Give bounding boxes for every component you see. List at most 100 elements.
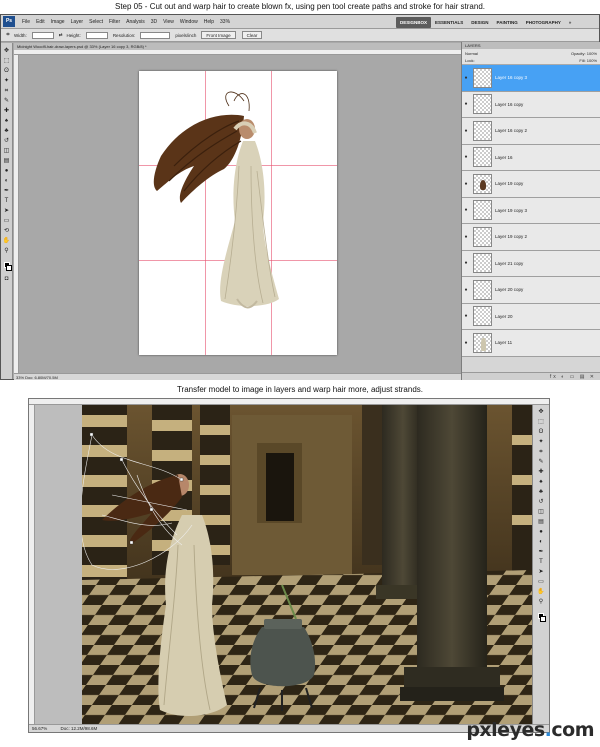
resolution-unit-select[interactable]: pixels/inch: [175, 33, 196, 38]
canvas[interactable]: [139, 71, 337, 355]
zoom-tool-icon[interactable]: ⚲: [537, 598, 545, 606]
blur-icon[interactable]: ●: [537, 528, 545, 536]
workspace-design[interactable]: DESIGN: [467, 20, 492, 25]
pen-tool-icon[interactable]: ✒: [537, 548, 545, 556]
layer-row[interactable]: ● Layer 19 copy 2: [462, 224, 600, 251]
visibility-eye-icon[interactable]: ●: [462, 340, 470, 346]
menu-filter[interactable]: Filter: [106, 19, 123, 25]
layer-row[interactable]: ● Layer 11: [462, 330, 600, 357]
menu-3d[interactable]: 3D: [148, 19, 160, 25]
visibility-eye-icon[interactable]: ●: [462, 101, 470, 107]
menu-file[interactable]: File: [19, 19, 33, 25]
swap-icon[interactable]: ⇄: [59, 32, 63, 38]
history-brush-icon[interactable]: ↺: [3, 137, 11, 145]
blend-mode-select[interactable]: Normal: [465, 50, 478, 57]
composite-scene[interactable]: [82, 405, 534, 726]
menu-window[interactable]: Window: [177, 19, 201, 25]
eyedropper-icon[interactable]: ✎: [3, 97, 11, 105]
visibility-eye-icon[interactable]: ●: [462, 260, 470, 266]
marquee-tool-icon[interactable]: ⬚: [3, 57, 11, 65]
layer-row[interactable]: ● Layer 19 copy: [462, 171, 600, 198]
magic-wand-icon[interactable]: ✦: [3, 77, 11, 85]
path-select-icon[interactable]: ➤: [537, 568, 545, 576]
width-input[interactable]: [31, 31, 54, 39]
shape-tool-icon[interactable]: ▭: [537, 578, 545, 586]
clone-stamp-icon[interactable]: ♣: [537, 488, 545, 496]
pen-tool-icon[interactable]: ✒: [3, 187, 11, 195]
visibility-eye-icon[interactable]: ●: [462, 181, 470, 187]
resolution-input[interactable]: [140, 31, 171, 39]
zoom-level[interactable]: 56.67%: [32, 726, 47, 731]
layer-row[interactable]: ● Layer 16 copy: [462, 91, 600, 118]
menu-edit[interactable]: Edit: [33, 19, 48, 25]
3d-rotate-icon[interactable]: ⟲: [3, 227, 11, 235]
move-tool-icon[interactable]: ✥: [537, 408, 545, 416]
crop-tool-icon[interactable]: ⌗: [4, 31, 12, 39]
type-tool-icon[interactable]: T: [537, 558, 545, 566]
visibility-eye-icon[interactable]: ●: [462, 234, 470, 240]
eraser-icon[interactable]: ◫: [3, 147, 11, 155]
layer-row[interactable]: ● Layer 21 copy: [462, 250, 600, 277]
eyedropper-icon[interactable]: ✎: [537, 458, 545, 466]
magic-wand-icon[interactable]: ✦: [537, 438, 545, 446]
clone-stamp-icon[interactable]: ♣: [3, 127, 11, 135]
visibility-eye-icon[interactable]: ●: [462, 313, 470, 319]
hand-tool-icon[interactable]: ✋: [537, 588, 545, 596]
clear-button[interactable]: Clear: [241, 31, 263, 39]
lasso-tool-icon[interactable]: ʘ: [537, 428, 545, 436]
visibility-eye-icon[interactable]: ●: [462, 75, 470, 81]
gradient-icon[interactable]: ▤: [537, 518, 545, 526]
visibility-eye-icon[interactable]: ●: [462, 154, 470, 160]
workspace-essentials[interactable]: ESSENTIALS: [431, 20, 467, 25]
eraser-icon[interactable]: ◫: [537, 508, 545, 516]
layer-row[interactable]: ● Layer 16: [462, 144, 600, 171]
quick-mask-icon[interactable]: ◘: [3, 275, 11, 283]
healing-brush-icon[interactable]: ✚: [537, 468, 545, 476]
workspace-painting[interactable]: PAINTING: [493, 20, 522, 25]
menu-analysis[interactable]: Analysis: [123, 19, 148, 25]
hand-tool-icon[interactable]: ✋: [3, 237, 11, 245]
blur-icon[interactable]: ●: [3, 167, 11, 175]
visibility-eye-icon[interactable]: ●: [462, 287, 470, 293]
type-tool-icon[interactable]: T: [3, 197, 11, 205]
workspace-more[interactable]: »: [565, 20, 576, 25]
crop-icon[interactable]: ⌗: [537, 448, 545, 456]
dodge-icon[interactable]: ◐: [3, 177, 11, 185]
brush-icon[interactable]: ♠: [537, 478, 545, 486]
visibility-eye-icon[interactable]: ●: [462, 128, 470, 134]
menu-select[interactable]: Select: [86, 19, 106, 25]
fill-value[interactable]: 100%: [587, 58, 597, 63]
move-tool-icon[interactable]: ✥: [3, 47, 11, 55]
menu-image[interactable]: Image: [48, 19, 68, 25]
layers-footer-icons[interactable]: fx ◐ ▭ ▤ ✕: [462, 372, 600, 380]
front-image-button[interactable]: Front Image: [201, 31, 236, 39]
marquee-tool-icon[interactable]: ⬚: [537, 418, 545, 426]
layer-row[interactable]: ● Layer 20 copy: [462, 277, 600, 304]
opacity-value[interactable]: 100%: [587, 51, 597, 56]
brush-icon[interactable]: ♠: [3, 117, 11, 125]
layer-row[interactable]: ● Layer 16 copy 3: [462, 65, 600, 92]
gradient-icon[interactable]: ▤: [3, 157, 11, 165]
lasso-tool-icon[interactable]: ʘ: [3, 67, 11, 75]
zoom-level-menu[interactable]: 33%: [217, 19, 233, 25]
workspace-photography[interactable]: PHOTOGRAPHY: [522, 20, 565, 25]
menu-view[interactable]: View: [160, 19, 177, 25]
healing-brush-icon[interactable]: ✚: [3, 107, 11, 115]
dodge-icon[interactable]: ◐: [537, 538, 545, 546]
menu-help[interactable]: Help: [201, 19, 217, 25]
layer-row[interactable]: ● Layer 19 copy 3: [462, 197, 600, 224]
background-color-swatch[interactable]: [540, 616, 546, 622]
zoom-tool-icon[interactable]: ⚲: [3, 247, 11, 255]
visibility-eye-icon[interactable]: ●: [462, 207, 470, 213]
background-color-swatch[interactable]: [5, 265, 12, 271]
history-brush-icon[interactable]: ↺: [537, 498, 545, 506]
layers-tab[interactable]: LAYERS: [462, 42, 600, 49]
menu-layer[interactable]: Layer: [68, 19, 87, 25]
workspace-designbox[interactable]: DESIGNBOX: [396, 16, 432, 28]
height-input[interactable]: [85, 31, 108, 39]
path-select-icon[interactable]: ➤: [3, 207, 11, 215]
layer-row[interactable]: ● Layer 20: [462, 303, 600, 330]
shape-tool-icon[interactable]: ▭: [3, 217, 11, 225]
layer-row[interactable]: ● Layer 16 copy 2: [462, 118, 600, 145]
crop-icon[interactable]: ⌗: [3, 87, 11, 95]
